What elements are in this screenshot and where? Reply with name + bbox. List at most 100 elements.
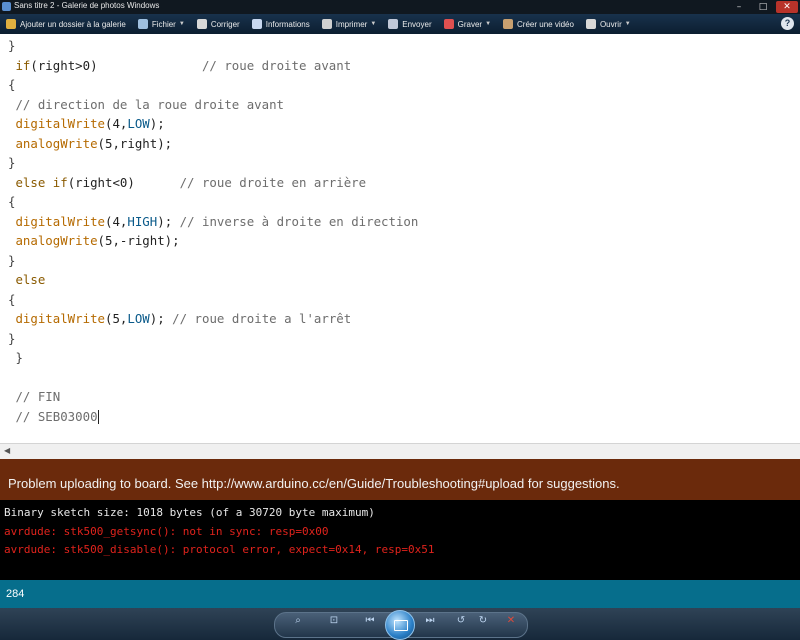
code-token: ); <box>149 311 173 326</box>
code-line: analogWrite(5,-right); <box>8 231 179 250</box>
toolbar-item-6[interactable]: Graver ▼ <box>438 14 497 34</box>
toolbar-item-5[interactable]: Envoyer <box>382 14 437 34</box>
next-icon[interactable]: ⏭ <box>424 615 436 627</box>
slideshow-icon <box>394 620 408 631</box>
horizontal-scrollbar[interactable]: ◀ <box>0 443 800 460</box>
window-title: Sans titre 2 - Galerie de photos Windows <box>14 1 160 10</box>
code-token: analogWrite <box>15 135 98 151</box>
toolbar-label: Créer une vidéo <box>517 19 574 29</box>
code-token: } <box>8 350 23 365</box>
code-line: { <box>8 75 15 94</box>
code-token: // roue droite a l'arrêt <box>172 311 352 326</box>
help-icon[interactable]: ? <box>781 17 794 30</box>
close-button[interactable]: ✕ <box>776 1 798 13</box>
code-token: // SEB03000 <box>15 408 98 424</box>
code-line: digitalWrite(4,LOW); <box>8 114 164 133</box>
line-number: 284 <box>6 588 25 600</box>
previous-icon[interactable]: ⏮ <box>364 615 376 627</box>
movie-icon <box>503 19 514 29</box>
dropdown-caret-icon: ▼ <box>178 21 185 27</box>
file-icon <box>137 19 148 29</box>
delete-icon[interactable]: ✕ <box>505 615 517 627</box>
code-token: digitalWrite <box>15 116 105 131</box>
code-line: } <box>8 329 15 348</box>
actual-size-icon[interactable]: ⊡ <box>328 615 340 627</box>
rotate-left-icon[interactable]: ↺ <box>455 615 467 627</box>
burn-disc-icon <box>443 19 454 29</box>
code-token: LOW <box>127 116 150 131</box>
code-line: analogWrite(5,right); <box>8 134 172 153</box>
open-icon <box>585 19 596 29</box>
toolbar-label: Corriger <box>210 19 240 29</box>
code-token: // FIN <box>15 389 61 404</box>
code-token: { <box>8 194 16 209</box>
fix-icon <box>196 19 207 29</box>
code-line: digitalWrite(4,HIGH); // inverse à droit… <box>8 212 418 231</box>
toolbar-label: Informations <box>265 19 310 29</box>
code-token: // roue droite en arrière <box>179 174 367 190</box>
status-bar: 284 <box>0 580 800 608</box>
dropdown-caret-icon: ▼ <box>370 21 377 27</box>
code-line: if(right>0) // roue droite avant <box>8 56 351 75</box>
code-token: ); <box>157 213 180 229</box>
code-token: (right<0) <box>67 174 180 190</box>
text-cursor <box>97 410 99 424</box>
minimize-button[interactable]: – <box>728 1 750 13</box>
folder-add-icon <box>6 19 16 29</box>
error-message: Problem uploading to board. See http://w… <box>8 476 620 491</box>
code-line: else <box>8 270 45 289</box>
code-line: { <box>8 192 15 211</box>
app-icon <box>2 2 11 11</box>
code-token: HIGH <box>127 213 158 229</box>
toolbar-item-2[interactable]: Corriger <box>191 14 246 34</box>
code-token: // roue droite avant <box>201 57 352 73</box>
code-token: LOW <box>127 311 150 326</box>
toolbar-item-8[interactable]: Ouvrir ▼ <box>580 14 637 34</box>
title-bar: Sans titre 2 - Galerie de photos Windows… <box>0 0 800 14</box>
code-line: digitalWrite(5,LOW); // roue droite a l'… <box>8 309 351 328</box>
code-token: } <box>8 38 16 53</box>
console-line: Binary sketch size: 1018 bytes (of a 307… <box>4 506 375 519</box>
code-token: else if <box>15 174 68 190</box>
console-output: Binary sketch size: 1018 bytes (of a 307… <box>0 500 800 580</box>
code-token: } <box>8 155 16 170</box>
toolbar-item-0[interactable]: Ajouter un dossier à la galerie <box>0 14 132 34</box>
scroll-left-icon[interactable]: ◀ <box>4 446 10 455</box>
code-token: } <box>8 330 16 346</box>
toolbar-item-4[interactable]: Imprimer ▼ <box>316 14 383 34</box>
code-token: (4, <box>105 213 128 229</box>
code-token: (right>0) <box>30 57 202 73</box>
code-token: (5, <box>105 311 128 326</box>
code-line: } <box>8 36 15 55</box>
toolbar-item-7[interactable]: Créer une vidéo <box>497 14 580 34</box>
toolbar-item-3[interactable]: Informations <box>246 14 316 34</box>
toolbar-label: Envoyer <box>402 19 432 29</box>
console-line: avrdude: stk500_disable(): protocol erro… <box>4 543 435 556</box>
code-token: if <box>15 57 31 73</box>
slideshow-button[interactable] <box>385 610 415 640</box>
printer-icon <box>321 19 332 29</box>
maximize-button[interactable]: □ <box>752 1 774 13</box>
info-icon <box>251 19 262 29</box>
toolbar-label: Fichier <box>151 19 176 29</box>
code-editor[interactable]: } if(right>0) // roue droite avant { // d… <box>0 34 800 443</box>
code-token: } <box>8 252 16 268</box>
code-line: // FIN <box>8 387 60 406</box>
code-line: // direction de la roue droite avant <box>8 95 284 114</box>
toolbar-item-1[interactable]: Fichier ▼ <box>132 14 191 34</box>
toolbar-label: Ouvrir <box>599 19 622 29</box>
error-message-bar: Problem uploading to board. See http://w… <box>0 459 800 500</box>
code-token: analogWrite <box>15 233 98 248</box>
code-token: // inverse à droite en direction <box>179 213 419 229</box>
code-line: } <box>8 348 23 367</box>
code-token: digitalWrite <box>15 311 105 326</box>
code-token: digitalWrite <box>15 213 105 229</box>
zoom-icon[interactable]: ⌕ <box>292 615 304 627</box>
code-line: else if(right<0) // roue droite en arriè… <box>8 173 366 192</box>
rotate-right-icon[interactable]: ↻ <box>477 615 489 627</box>
navigation-bar: ⌕ ⊡ ⏮ ⏭ ↺ ↻ ✕ <box>0 608 800 640</box>
code-token: { <box>8 291 16 307</box>
toolbar: Ajouter un dossier à la galerie Fichier ▼ C… <box>0 14 800 34</box>
code-line: } <box>8 153 15 172</box>
code-token: else <box>15 272 46 287</box>
